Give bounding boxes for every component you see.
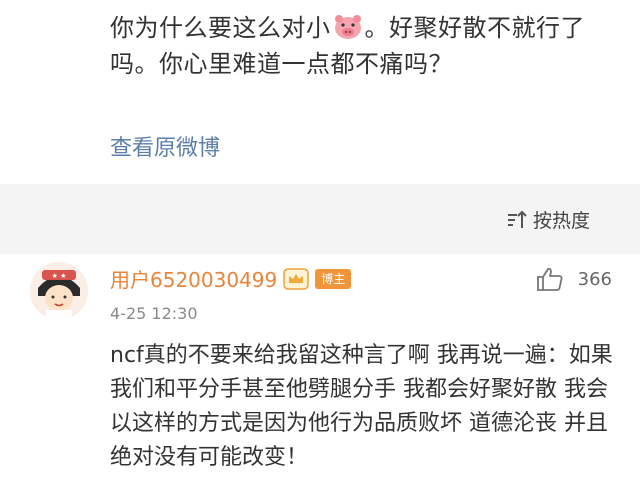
thumbs-up-icon bbox=[536, 267, 563, 291]
pig-face-icon bbox=[334, 15, 361, 39]
like-count: 366 bbox=[577, 268, 612, 290]
post-text: 你为什么要这么对小 。好聚好散不就行了吗。你心里难道一点都不痛吗？ bbox=[110, 10, 610, 82]
vip-crown-icon[interactable] bbox=[283, 267, 309, 290]
like-button[interactable]: 366 bbox=[536, 266, 612, 292]
avatar-cartoon-icon: ★ ★ bbox=[30, 262, 88, 320]
sort-by-heat-button[interactable]: 按热度 bbox=[505, 206, 590, 233]
view-original-link[interactable]: 查看原微博 bbox=[110, 130, 220, 162]
sort-icon bbox=[507, 210, 527, 228]
username-row: 用户6520030499 博主 bbox=[110, 264, 352, 293]
comment-timestamp: 4-25 12:30 bbox=[110, 304, 198, 323]
avatar[interactable]: ★ ★ bbox=[30, 262, 88, 320]
username[interactable]: 用户6520030499 bbox=[110, 264, 277, 293]
sort-label: 按热度 bbox=[532, 210, 590, 232]
comment-item: ★ ★ 用户6520030499 博主 4-25 12:30 366 ncf真的… bbox=[0, 254, 640, 479]
host-badge: 博主 bbox=[315, 268, 352, 289]
post-text-part1: 你为什么要这么对小 bbox=[110, 14, 331, 42]
svg-text:★ ★: ★ ★ bbox=[52, 272, 67, 280]
comment-text: ncf真的不要来给我留这种言了啊 我再说一遍：如果我们和平分手甚至他劈腿分手 我… bbox=[110, 343, 613, 470]
